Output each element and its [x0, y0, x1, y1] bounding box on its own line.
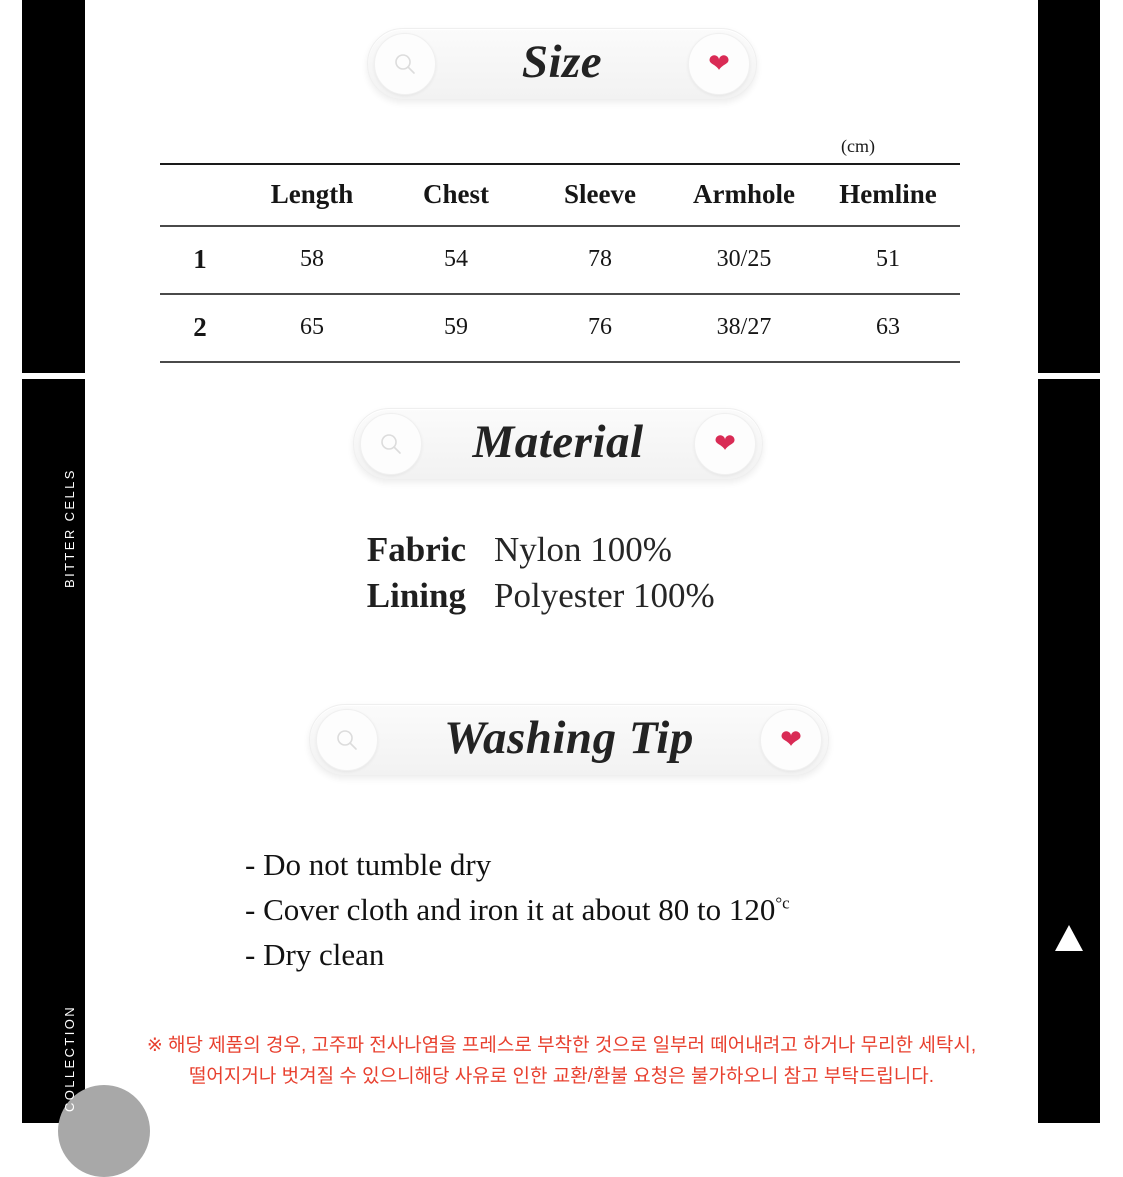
table-row: 1 58 54 78 30/25 51 [160, 226, 960, 295]
row-key: 2 [160, 294, 240, 363]
material-label-fabric: Fabric [366, 530, 466, 569]
heart-glyph: ❤ [708, 49, 730, 78]
cell-length: 58 [240, 226, 384, 295]
cell-chest: 59 [384, 294, 528, 363]
heart-icon[interactable]: ❤ [760, 709, 822, 771]
list-item: - Do not tumble dry [245, 843, 985, 888]
notice-line-1: ※ 해당 제품의 경우, 고주파 전사나염을 프레스로 부착한 것으로 일부러 … [146, 1035, 977, 1056]
heart-icon[interactable]: ❤ [688, 33, 750, 95]
cell-armhole: 30/25 [672, 226, 816, 295]
section-header-material: Material ❤ [353, 408, 763, 480]
size-unit-label: (cm) [841, 136, 875, 156]
search-icon[interactable] [374, 33, 436, 95]
table-row: 2 65 59 76 38/27 63 [160, 294, 960, 363]
section-header-size: Size ❤ [367, 28, 757, 100]
search-icon[interactable] [360, 413, 422, 475]
material-label-lining: Lining [366, 576, 466, 615]
list-item: Lining Polyester 100% [85, 576, 1038, 616]
material-list: Fabric Nylon 100% Lining Polyester 100% [85, 530, 1038, 622]
section-header-washing: Washing Tip ❤ [309, 704, 829, 776]
triangle-up-icon[interactable] [1055, 925, 1083, 951]
right-rail-top [1038, 0, 1100, 373]
cell-sleeve: 76 [528, 294, 672, 363]
material-value-fabric: Nylon 100% [494, 530, 672, 569]
tip-text: - Cover cloth and iron it at about 80 to… [245, 891, 776, 927]
cell-chest: 54 [384, 226, 528, 295]
tip-text: - Dry clean [245, 936, 385, 972]
cell-armhole: 38/27 [672, 294, 816, 363]
heart-glyph: ❤ [780, 725, 802, 754]
column-header-chest: Chest [384, 163, 528, 227]
section-title-washing: Washing Tip [444, 711, 694, 764]
size-table: Length Chest Sleeve Armhole Hemline 1 58… [160, 163, 960, 363]
page-content: Size ❤ (cm) Length Chest Sleeve Armhole … [85, 0, 1038, 1123]
column-header-hemline: Hemline [816, 163, 960, 227]
cell-hemline: 63 [816, 294, 960, 363]
row-key: 1 [160, 226, 240, 295]
column-header-key [160, 163, 240, 227]
cell-sleeve: 78 [528, 226, 672, 295]
cell-length: 65 [240, 294, 384, 363]
left-rail-top [22, 0, 85, 373]
temperature-unit: °c [775, 893, 790, 913]
washing-tip-list: - Do not tumble dry - Cover cloth and ir… [245, 843, 985, 978]
collection-label: COLLECTION [62, 1004, 77, 1112]
cell-hemline: 51 [816, 226, 960, 295]
warning-notice: ※ 해당 제품의 경우, 고주파 전사나염을 프레스로 부착한 것으로 일부러 … [85, 1030, 1038, 1093]
notice-line-2: 떨어지거나 벗겨질 수 있으니해당 사유로 인한 교환/환불 요청은 불가하오니… [188, 1066, 935, 1088]
table-header-row: Length Chest Sleeve Armhole Hemline [160, 163, 960, 227]
tip-text: - Do not tumble dry [245, 847, 492, 882]
list-item: Fabric Nylon 100% [85, 530, 1038, 570]
column-header-length: Length [240, 163, 384, 227]
right-rail-bottom [1038, 379, 1100, 1123]
material-value-lining: Polyester 100% [494, 576, 715, 615]
search-icon[interactable] [316, 709, 378, 771]
list-item: - Dry clean [245, 933, 985, 978]
column-header-armhole: Armhole [672, 163, 816, 227]
heart-glyph: ❤ [714, 429, 736, 458]
section-title-size: Size [521, 35, 603, 88]
list-item: - Cover cloth and iron it at about 80 to… [245, 888, 985, 933]
section-title-material: Material [472, 415, 644, 468]
column-header-sleeve: Sleeve [528, 163, 672, 227]
heart-icon[interactable]: ❤ [694, 413, 756, 475]
brand-label: BITTER CELLS [62, 468, 77, 588]
